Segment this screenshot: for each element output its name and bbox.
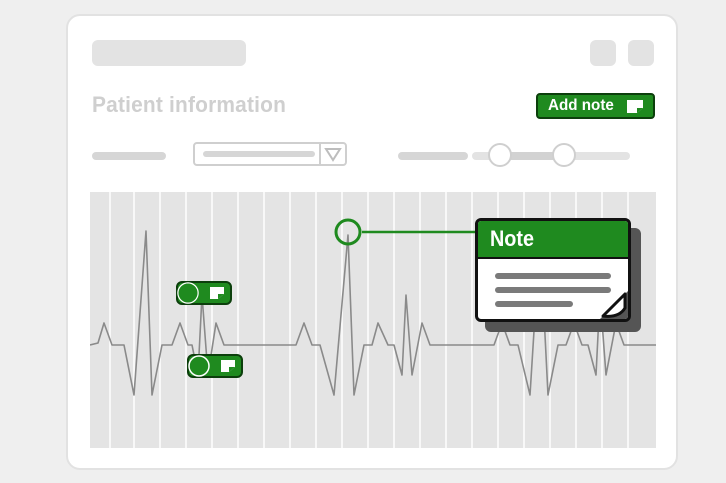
dropdown-value-placeholder [203, 151, 315, 157]
page-curl-icon [600, 291, 628, 319]
add-note-button[interactable]: Add note [536, 93, 655, 119]
note-icon [220, 359, 236, 378]
note-marker-2[interactable] [187, 354, 243, 378]
window-title-placeholder [92, 40, 246, 66]
note-popup-header: Note [478, 221, 628, 259]
page-title: Patient information [92, 92, 287, 117]
range-slider-thumb-max[interactable] [551, 143, 576, 167]
note-popup[interactable]: Note [475, 218, 631, 322]
note-popup-title: Note [490, 226, 535, 251]
range-label-placeholder [398, 152, 468, 160]
note-text-line [495, 301, 573, 307]
add-note-label: Add note [548, 97, 614, 114]
note-marker-1[interactable] [176, 281, 232, 305]
triangle-down-icon[interactable] [319, 144, 345, 164]
range-slider-thumb-min[interactable] [488, 143, 513, 167]
patient-window: Patient information Add note Note [66, 14, 678, 470]
note-text-line [495, 273, 611, 279]
note-text-line [495, 287, 611, 293]
note-icon [626, 99, 644, 119]
minimize-button[interactable] [590, 40, 616, 66]
close-button[interactable] [628, 40, 654, 66]
filter-label-placeholder [92, 152, 166, 160]
note-icon [209, 286, 225, 305]
filter-dropdown[interactable] [193, 142, 347, 166]
